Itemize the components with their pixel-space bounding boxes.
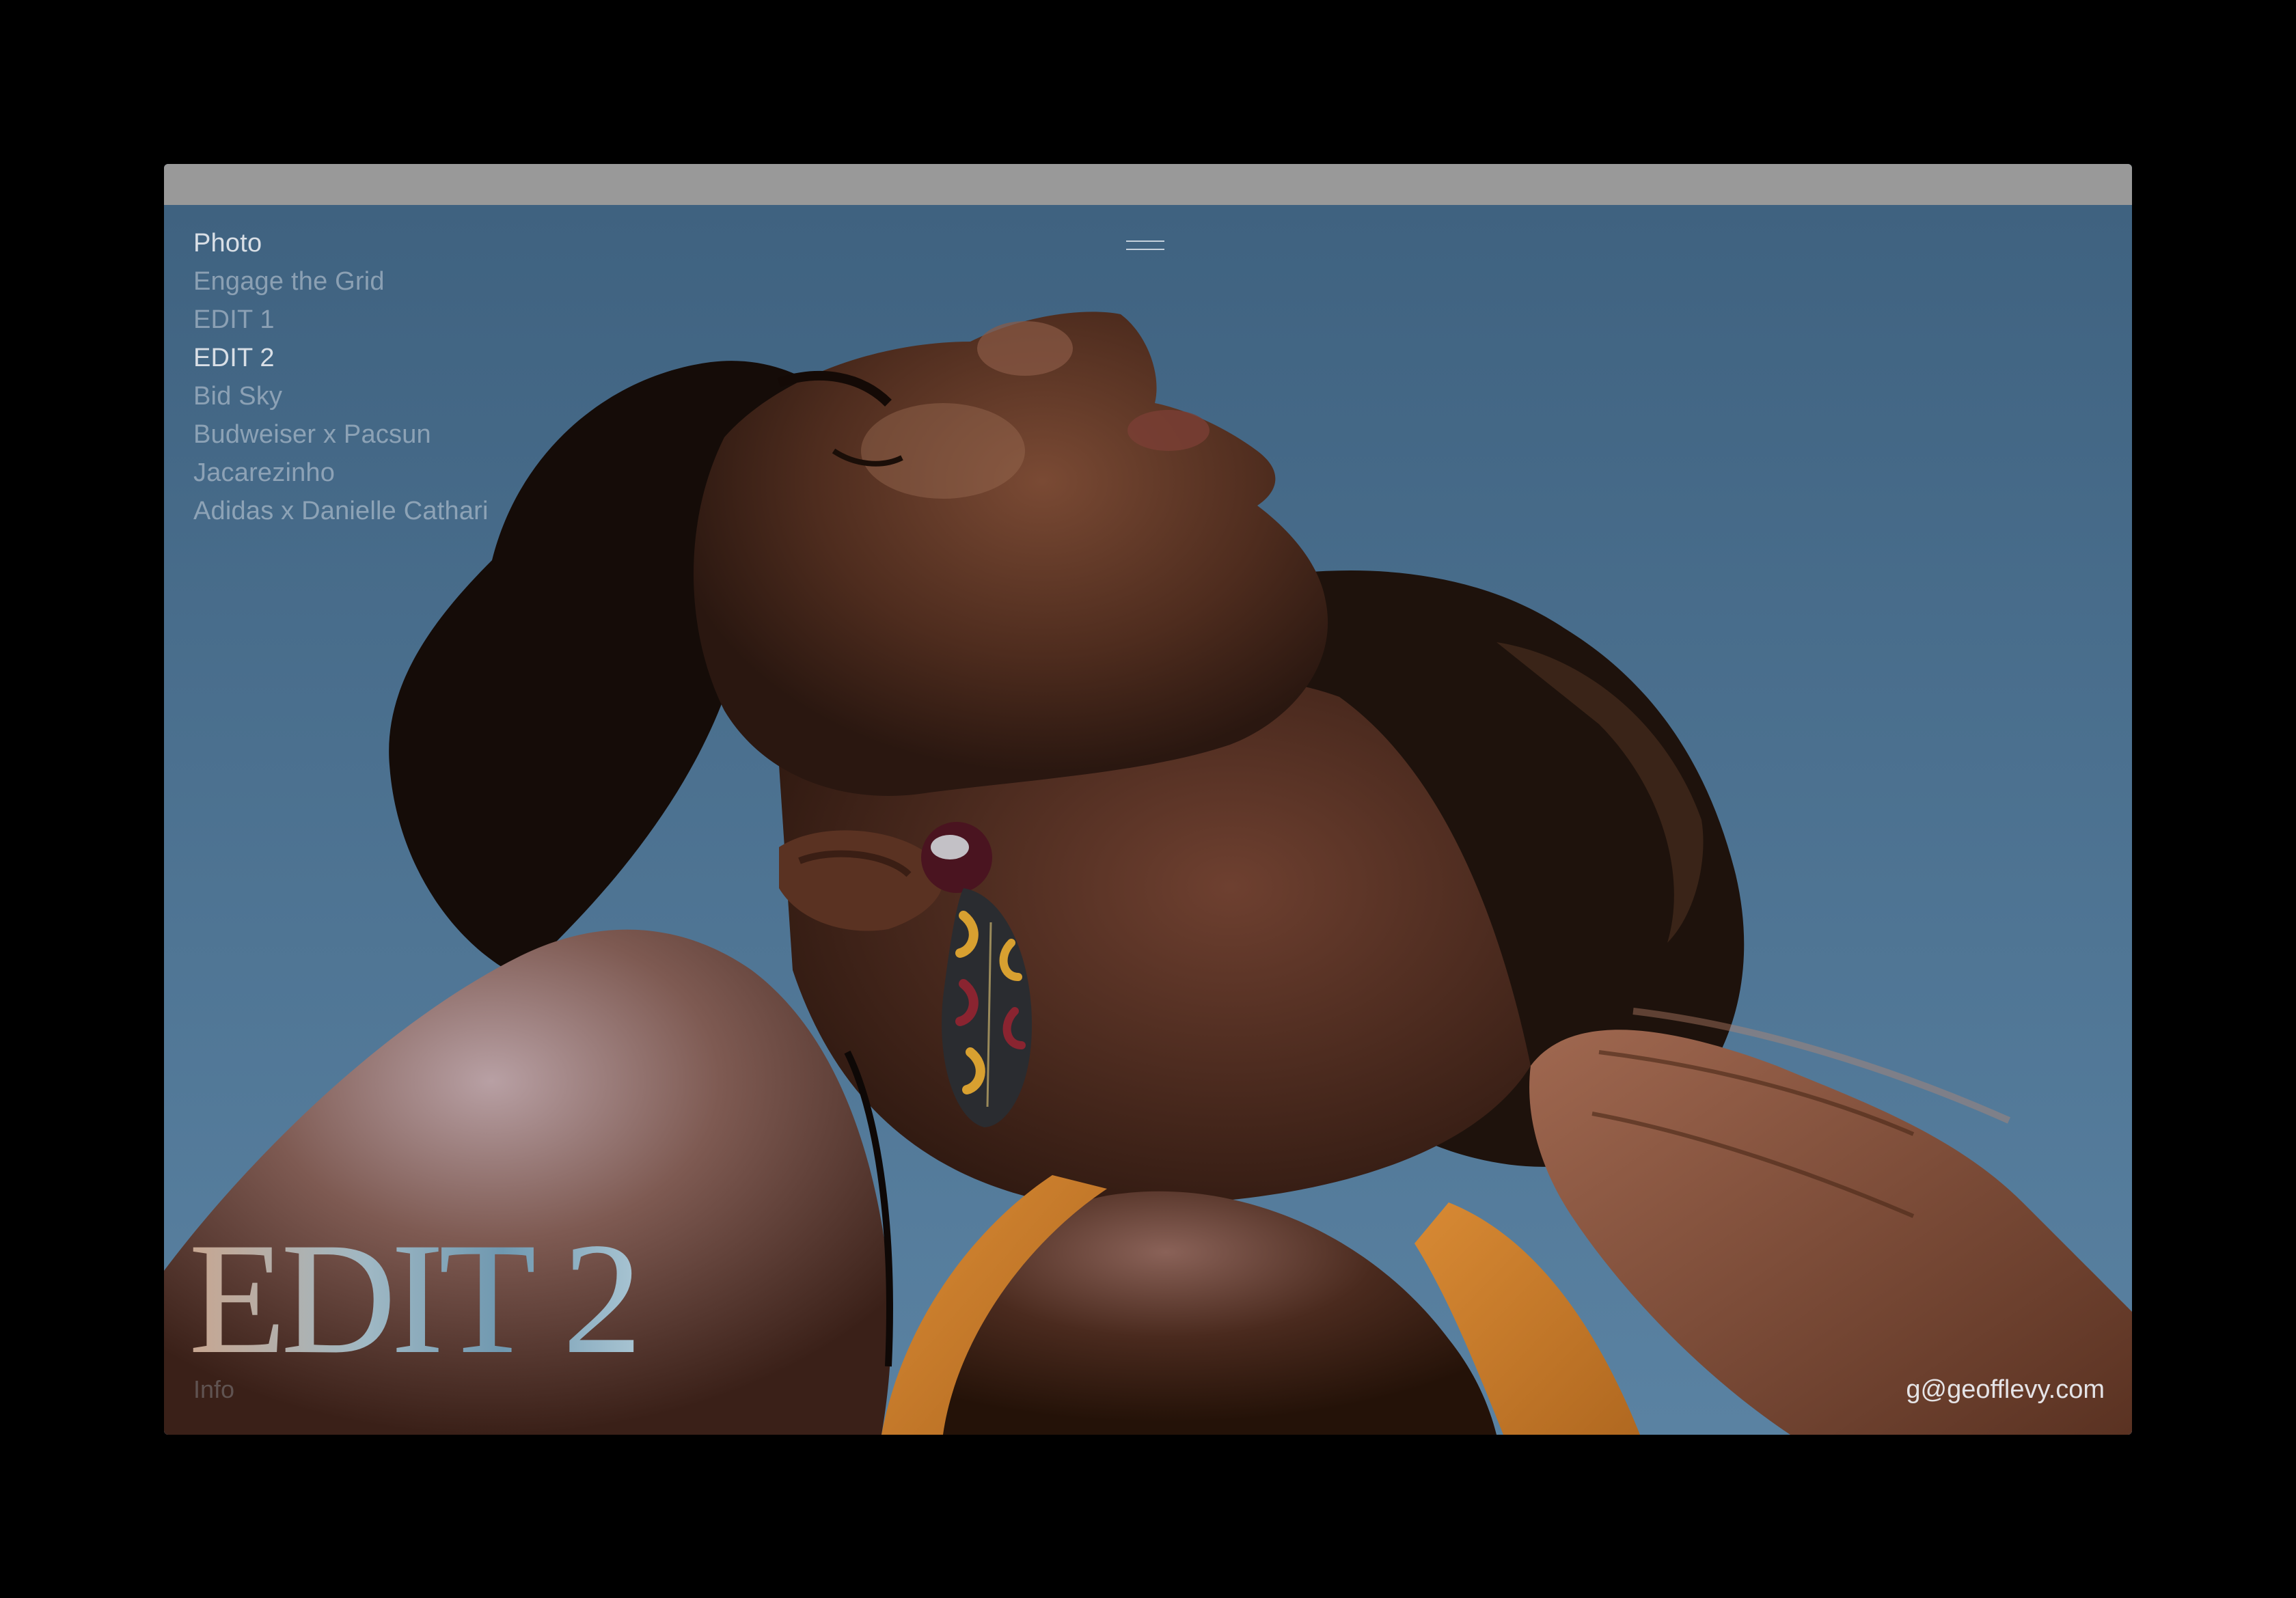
nav-item-engage-the-grid[interactable]: Engage the Grid <box>193 262 489 301</box>
nav-item-edit-1[interactable]: EDIT 1 <box>193 301 489 339</box>
browser-window: Photo Engage the Grid EDIT 1 EDIT 2 Bid … <box>164 164 2132 1435</box>
hamburger-line-top <box>1126 240 1164 242</box>
nav-item-adidas-x-danielle-cathari[interactable]: Adidas x Danielle Cathari <box>193 492 489 530</box>
nav-item-jacarezinho[interactable]: Jacarezinho <box>193 454 489 492</box>
nav-item-bid-sky[interactable]: Bid Sky <box>193 377 489 415</box>
nav-item-photo[interactable]: Photo <box>193 224 489 262</box>
hamburger-icon[interactable] <box>1124 230 1166 260</box>
nav-item-budweiser-x-pacsun[interactable]: Budweiser x Pacsun <box>193 415 489 454</box>
project-nav: Photo Engage the Grid EDIT 1 EDIT 2 Bid … <box>193 224 489 530</box>
hamburger-line-bottom <box>1126 249 1164 250</box>
project-title: EDIT 2 <box>189 1209 642 1387</box>
contact-email-link[interactable]: g@geofflevy.com <box>1906 1375 2105 1405</box>
info-link[interactable]: Info <box>193 1375 234 1405</box>
nav-item-edit-2[interactable]: EDIT 2 <box>193 339 489 377</box>
window-title-bar <box>164 164 2132 205</box>
